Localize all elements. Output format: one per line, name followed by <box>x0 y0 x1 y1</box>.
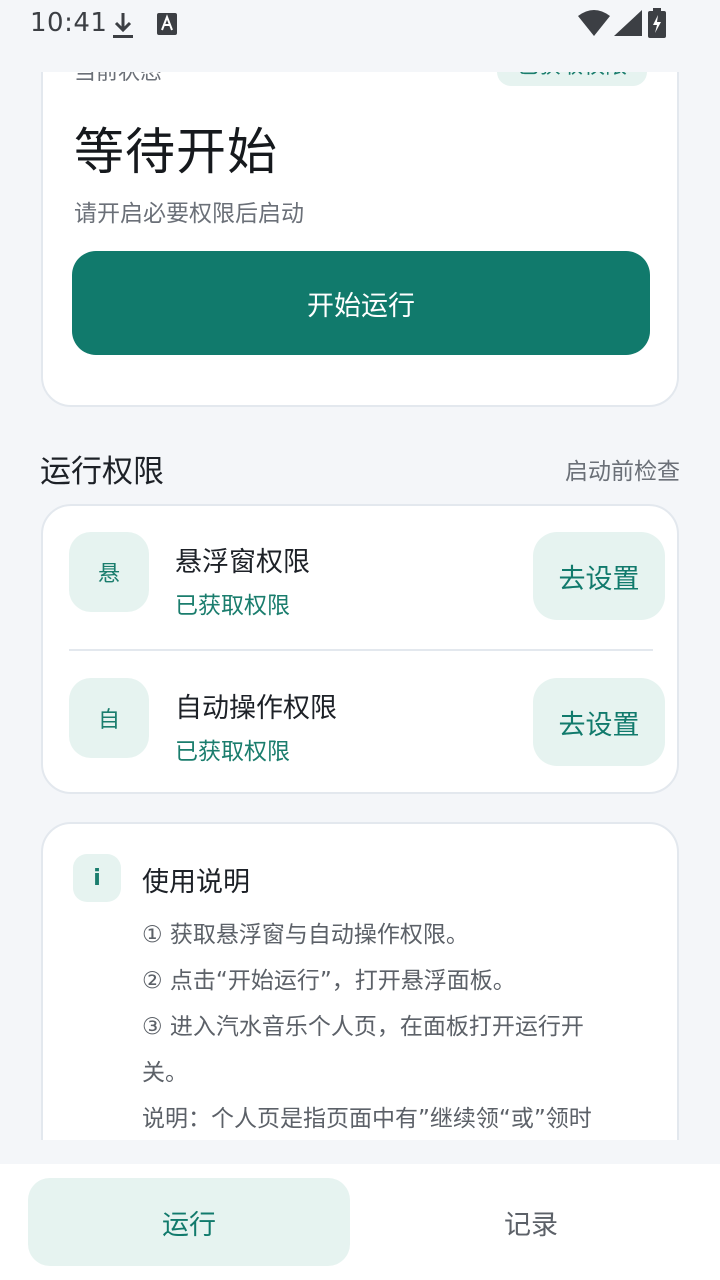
overlay-settings-button[interactable]: 去设置 <box>533 532 665 620</box>
help-line: ③ 进入汽水音乐个人页，在面板打开运行开 <box>142 1014 584 1040</box>
main-scroll[interactable]: 当前状态 已获取权限 等待开始 请开启必要权限后启动 开始运行 运行权限 启动前… <box>0 72 720 1140</box>
keyboard-a-icon <box>157 13 177 39</box>
status-label: 当前状态 <box>74 72 163 85</box>
help-line: ① 获取悬浮窗与自动操作权限。 <box>142 922 469 948</box>
bottom-navigation: 运行 记录 <box>0 1164 720 1280</box>
permissions-section-title: 运行权限 <box>40 454 164 490</box>
permission-row-overlay: 悬 悬浮窗权限 已获取权限 去设置 <box>43 506 681 650</box>
status-time: 10:41 <box>30 8 108 38</box>
help-lines: ① 获取悬浮窗与自动操作权限。 ② 点击“开始运行”，打开悬浮面板。 ③ 进入汽… <box>142 912 612 1140</box>
status-bar: 10:41 <box>0 0 720 72</box>
signal-icon <box>614 10 642 40</box>
permission-name: 自动操作权限 <box>175 693 337 724</box>
precheck-label: 启动前检查 <box>565 459 680 485</box>
help-line: 关。 <box>142 1060 188 1086</box>
status-subtitle: 请开启必要权限后启动 <box>74 201 304 227</box>
info-icon: i <box>73 854 121 902</box>
automation-settings-button[interactable]: 去设置 <box>533 678 665 766</box>
help-title: 使用说明 <box>142 867 250 898</box>
permission-row-automation: 自 自动操作权限 已获取权限 去设置 <box>43 652 681 796</box>
permission-state: 已获取权限 <box>175 593 290 619</box>
permissions-card: 悬 悬浮窗权限 已获取权限 去设置 自 自动操作权限 已获取权限 去设置 <box>41 504 679 794</box>
start-run-button[interactable]: 开始运行 <box>72 251 650 355</box>
automation-badge-icon: 自 <box>69 678 149 758</box>
status-right-icons <box>578 8 668 42</box>
permission-status-chip: 已获取权限 <box>496 72 647 86</box>
help-line: 说明：个人页是指页面中有”继续领“或”领时长” <box>142 1106 592 1132</box>
permission-state: 已获取权限 <box>175 739 290 765</box>
help-card: i 使用说明 ① 获取悬浮窗与自动操作权限。 ② 点击“开始运行”，打开悬浮面板… <box>41 822 679 1140</box>
divider <box>69 649 653 651</box>
help-line: ② 点击“开始运行”，打开悬浮面板。 <box>142 968 516 994</box>
nav-tab-log[interactable]: 记录 <box>370 1178 692 1266</box>
overlay-badge-icon: 悬 <box>69 532 149 612</box>
wifi-icon <box>578 10 610 40</box>
status-card: 当前状态 已获取权限 等待开始 请开启必要权限后启动 开始运行 <box>41 72 679 407</box>
nav-tab-run[interactable]: 运行 <box>28 1178 350 1266</box>
download-icon <box>110 10 136 44</box>
status-title: 等待开始 <box>74 123 278 181</box>
permission-name: 悬浮窗权限 <box>175 547 310 578</box>
battery-icon <box>646 8 668 42</box>
permissions-section-header: 运行权限 启动前检查 <box>40 442 680 490</box>
